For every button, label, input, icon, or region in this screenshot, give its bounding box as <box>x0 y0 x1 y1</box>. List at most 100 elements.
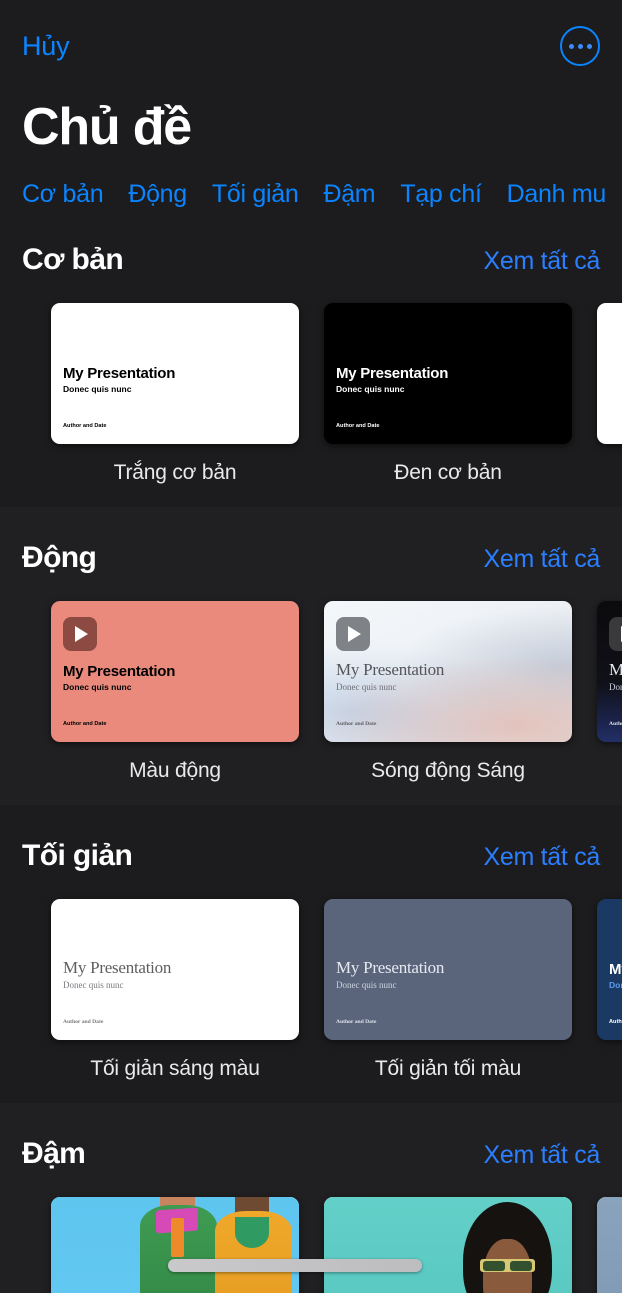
section-title: Cơ bản <box>22 242 124 276</box>
ellipsis-circle-icon[interactable] <box>560 26 600 66</box>
theme-card-partial[interactable]: My Presentation Donec quis nunc Author a… <box>597 600 622 742</box>
photo-background <box>597 1196 622 1293</box>
slide-author: Author and Date <box>63 1019 104 1026</box>
photo-background <box>51 1196 299 1293</box>
theme-card-bold-3[interactable] <box>597 1196 622 1293</box>
section-toi-gian: Tối giản Xem tất cả My Presentation Done… <box>0 805 622 1103</box>
theme-name: Màu động <box>129 758 221 782</box>
slide-preview: My Presentation Donec quis nunc Author a… <box>324 899 572 1040</box>
theme-thumbnail[interactable]: My Presentation Donec quis nunc Author a… <box>324 302 572 444</box>
navigation-bar: Hủy <box>0 0 622 92</box>
slide-preview: My Presentation Donec quis nunc Author a… <box>324 303 572 444</box>
section-title: Đậm <box>22 1136 86 1170</box>
theme-thumbnail[interactable] <box>324 1196 572 1293</box>
theme-thumbnail[interactable]: My Presentation Donec quis nunc Author a… <box>324 600 572 742</box>
tab-danh-muc[interactable]: Danh mu <box>507 180 607 209</box>
slide-subtitle: Donec quis nunc <box>336 383 405 394</box>
theme-thumbnail[interactable]: My Presentation Donec quis nunc Author a… <box>324 898 572 1040</box>
slide-subtitle: Donec quis nunc <box>63 383 132 394</box>
tab-toi-gian[interactable]: Tối giản <box>212 180 299 209</box>
theme-name: Sóng động Sáng <box>371 758 525 782</box>
slide-title: My Presentation <box>609 960 622 978</box>
slide-author: Author and Date <box>336 423 380 430</box>
section-dong: Động Xem tất cả My Presentation Donec qu… <box>0 506 622 805</box>
slide-subtitle: Donec quis nunc <box>63 979 124 990</box>
section-title: Tối giản <box>22 838 133 872</box>
photo-detail <box>234 1216 270 1248</box>
theme-thumbnail[interactable] <box>597 302 622 444</box>
slide-subtitle: Donec quis nunc <box>336 979 397 990</box>
photo-detail <box>482 1260 506 1271</box>
theme-row[interactable]: My Presentation Donec quis nunc Author a… <box>0 277 622 485</box>
theme-row[interactable]: AUTHOR AND DATE MY PRESENTATION <box>0 1171 622 1293</box>
page-title: Chủ đề <box>22 98 192 156</box>
theme-name: Tối giản sáng màu <box>90 1056 260 1080</box>
see-all-button[interactable]: Xem tất cả <box>484 1141 601 1170</box>
see-all-button[interactable]: Xem tất cả <box>484 545 601 574</box>
theme-thumbnail[interactable] <box>597 1196 622 1293</box>
theme-thumbnail[interactable]: My Presentation Donec quis nunc Author a… <box>597 600 622 742</box>
theme-thumbnail[interactable]: My Presentation Donec quis nunc Author a… <box>51 898 299 1040</box>
dot-1 <box>568 43 574 49</box>
slide-title: My Presentation <box>609 659 622 679</box>
slide-preview: My Presentation Donec quis nunc Author a… <box>597 899 622 1040</box>
see-all-button[interactable]: Xem tất cả <box>484 247 601 276</box>
slide-author: Author and Date <box>336 721 377 728</box>
tab-tap-chi[interactable]: Tạp chí <box>400 180 482 209</box>
theme-picker-screen: Hủy Chủ đề Cơ bản Động Tối giản Đậm Tạp … <box>0 0 622 1293</box>
theme-card-bold-2[interactable] <box>324 1196 572 1293</box>
slide-subtitle: Donec quis nunc <box>63 681 132 692</box>
theme-thumbnail[interactable]: AUTHOR AND DATE MY PRESENTATION <box>51 1196 299 1293</box>
slide-author: Author and Date <box>609 1019 622 1026</box>
slide-title: My Presentation <box>63 957 172 977</box>
dot-3 <box>586 43 592 49</box>
dot-2 <box>577 43 583 49</box>
theme-thumbnail[interactable]: My Presentation Donec quis nunc Author a… <box>51 302 299 444</box>
theme-card-mau-dong[interactable]: My Presentation Donec quis nunc Author a… <box>51 600 299 783</box>
theme-row[interactable]: My Presentation Donec quis nunc Author a… <box>0 873 622 1081</box>
slide-author: Author and Date <box>609 721 622 728</box>
theme-row[interactable]: My Presentation Donec quis nunc Author a… <box>0 575 622 783</box>
theme-card-song-dong-sang[interactable]: My Presentation Donec quis nunc Author a… <box>324 600 572 783</box>
cancel-button[interactable]: Hủy <box>22 31 70 62</box>
slide-preview: My Presentation Donec quis nunc Author a… <box>324 601 572 742</box>
slide-author: Author and Date <box>63 423 107 430</box>
photo-background <box>324 1196 572 1293</box>
photo-detail <box>171 1217 184 1258</box>
category-tabs[interactable]: Cơ bản Động Tối giản Đậm Tạp chí Danh mu <box>0 158 622 209</box>
see-all-button[interactable]: Xem tất cả <box>484 843 601 872</box>
theme-card-partial[interactable]: My Presentation Donec quis nunc Author a… <box>597 898 622 1040</box>
slide-title: My Presentation <box>336 957 445 977</box>
theme-name: Trắng cơ bản <box>113 460 237 484</box>
section-header: Cơ bản Xem tất cả <box>0 209 622 277</box>
theme-card-trang-co-ban[interactable]: My Presentation Donec quis nunc Author a… <box>51 302 299 485</box>
slide-title: My Presentation <box>63 364 176 382</box>
slide-author: Author and Date <box>336 1019 377 1026</box>
theme-card-toi-gian-sang-mau[interactable]: My Presentation Donec quis nunc Author a… <box>51 898 299 1081</box>
slide-preview: My Presentation Donec quis nunc Author a… <box>51 601 299 742</box>
slide-preview: My Presentation Donec quis nunc Author a… <box>51 899 299 1040</box>
slide-subtitle: Donec quis nunc <box>609 979 622 990</box>
theme-card-bold-1[interactable]: AUTHOR AND DATE MY PRESENTATION <box>51 1196 299 1293</box>
theme-name: Tối giản tối màu <box>374 1056 522 1080</box>
theme-card-den-co-ban[interactable]: My Presentation Donec quis nunc Author a… <box>324 302 572 485</box>
section-header: Tối giản Xem tất cả <box>0 805 622 873</box>
photo-detail <box>510 1260 533 1271</box>
theme-thumbnail[interactable]: My Presentation Donec quis nunc Author a… <box>51 600 299 742</box>
tab-dong[interactable]: Động <box>128 180 187 209</box>
theme-name: Đen cơ bản <box>394 460 502 484</box>
theme-thumbnail[interactable]: My Presentation Donec quis nunc Author a… <box>597 898 622 1040</box>
theme-card-toi-gian-toi-mau[interactable]: My Presentation Donec quis nunc Author a… <box>324 898 572 1081</box>
section-header: Đậm Xem tất cả <box>0 1103 622 1171</box>
slide-title: My Presentation <box>336 364 449 382</box>
slide-title: My Presentation <box>336 659 445 679</box>
tab-dam[interactable]: Đậm <box>323 180 375 209</box>
theme-card-partial[interactable] <box>597 302 622 444</box>
section-header: Động Xem tất cả <box>0 507 622 575</box>
slide-preview: My Presentation Donec quis nunc Author a… <box>51 303 299 444</box>
horizontal-scroll-indicator[interactable] <box>168 1259 422 1272</box>
slide-title: My Presentation <box>63 662 176 680</box>
slide-subtitle: Donec quis nunc <box>336 681 397 692</box>
tab-co-ban[interactable]: Cơ bản <box>22 180 104 209</box>
slide-preview: My Presentation Donec quis nunc Author a… <box>597 601 622 742</box>
